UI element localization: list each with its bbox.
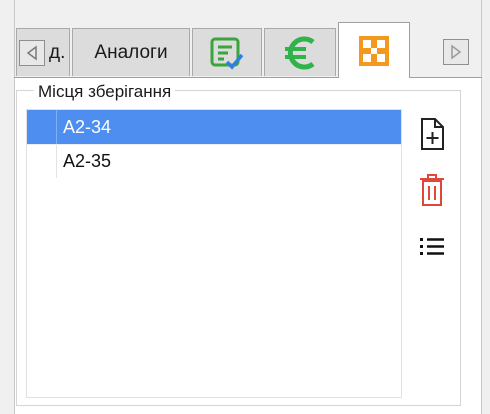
tab-storage-grid[interactable] (338, 22, 410, 78)
list-item[interactable]: A2-34 (27, 110, 401, 144)
tab-truncated-label: д. (49, 41, 66, 63)
tab-truncated[interactable]: д. (16, 28, 70, 76)
add-location-button[interactable] (412, 114, 452, 154)
euro-icon (285, 36, 315, 69)
group-title: Місця зберігання (34, 82, 176, 102)
storage-locations-list[interactable]: A2-34 A2-35 (26, 109, 402, 398)
storage-grid-icon (359, 35, 389, 66)
add-document-icon (421, 118, 444, 150)
tab-scroll-left-button[interactable] (19, 39, 45, 66)
checklist-icon (210, 37, 244, 70)
tab-analogs[interactable]: Аналоги (72, 28, 190, 76)
storage-location-value: A2-35 (63, 151, 112, 171)
tab-analogs-label: Аналоги (94, 41, 168, 63)
tab-strip-baseline (14, 77, 482, 78)
tab-euro[interactable] (264, 28, 336, 76)
list-item[interactable]: A2-35 (27, 144, 401, 178)
chevron-right-icon (451, 44, 462, 60)
panel-left-edge (0, 0, 15, 414)
row-gutter (27, 110, 57, 144)
trash-icon (420, 174, 444, 206)
delete-location-button[interactable] (412, 170, 452, 210)
storage-location-value: A2-34 (63, 116, 112, 137)
row-gutter (27, 145, 57, 178)
list-view-button[interactable] (412, 226, 452, 266)
panel-right-edge (481, 0, 490, 414)
list-icon (420, 238, 444, 255)
tab-scroll-right-button[interactable] (443, 39, 469, 65)
chevron-left-icon (26, 45, 37, 60)
tab-checklist[interactable] (192, 28, 262, 76)
